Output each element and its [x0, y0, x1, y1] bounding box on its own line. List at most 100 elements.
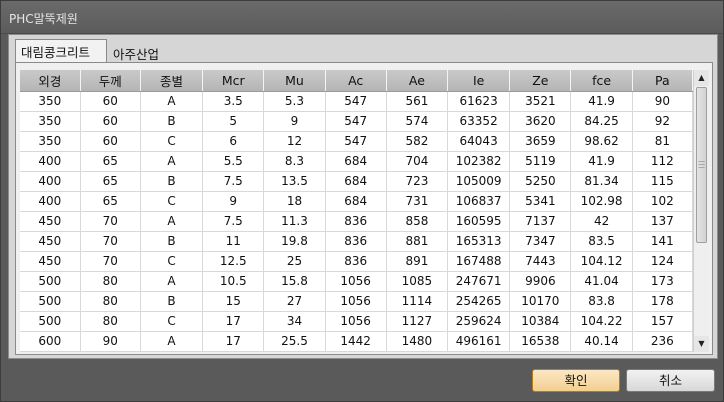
table-cell: 13.5: [263, 171, 326, 192]
vertical-scrollbar[interactable]: ▲ — — — ▼: [693, 70, 709, 352]
tab-daelim-concrete[interactable]: 대림콩크리트: [15, 39, 107, 62]
table-cell: 19.8: [263, 231, 326, 252]
table-row[interactable]: 450 70 A 7.5 11.3 836 858 160595 7137 42 137: [20, 211, 693, 232]
table-cell: 102.98: [570, 191, 633, 212]
table-cell: 165313: [447, 231, 511, 252]
title-bar[interactable]: PHC말뚝제원: [1, 1, 723, 34]
cancel-button[interactable]: 취소: [626, 369, 715, 392]
column-header[interactable]: Pa: [632, 70, 693, 92]
table-cell: 104.22: [570, 311, 633, 332]
table-cell: 80: [80, 291, 141, 312]
table-row[interactable]: 350 60 C 6 12 547 582 64043 3659 98.62 81: [20, 131, 693, 152]
table-cell: 81: [632, 131, 693, 152]
scroll-up-arrow-icon[interactable]: ▲: [694, 70, 709, 86]
table-row[interactable]: 450 70 B 11 19.8 836 881 165313 7347 83.5 141: [20, 231, 693, 252]
table-cell: 42: [570, 211, 633, 232]
table-cell: 157: [632, 311, 693, 332]
table-cell: 41.9: [570, 151, 633, 172]
table-cell: 90: [80, 331, 141, 352]
table-cell: 350: [20, 131, 81, 152]
table-cell: 10.5: [202, 271, 265, 292]
tab-aju-industry[interactable]: 아주산업: [108, 39, 172, 62]
table-cell: 600: [20, 331, 81, 352]
table-row[interactable]: 350 60 B 5 9 547 574 63352 3620 84.25 92: [20, 111, 693, 132]
window-title: PHC말뚝제원: [9, 12, 78, 26]
table-cell: 141: [632, 231, 693, 252]
table-cell: 5250: [509, 171, 572, 192]
table-cell: 15.8: [263, 271, 326, 292]
table-cell: 64043: [447, 131, 511, 152]
scroll-down-arrow-icon[interactable]: ▼: [694, 336, 709, 352]
table-cell: C: [140, 131, 204, 152]
column-header[interactable]: Mu: [263, 70, 326, 92]
table-cell: 102: [632, 191, 693, 212]
column-header[interactable]: 외경: [20, 70, 81, 92]
table-cell: 723: [386, 171, 449, 192]
column-header[interactable]: Mcr: [202, 70, 265, 92]
table-row[interactable]: 400 65 C 9 18 684 731 106837 5341 102.98 102: [20, 191, 693, 212]
table-cell: 561: [386, 91, 449, 112]
table-cell: 858: [386, 211, 449, 232]
table-cell: 5119: [509, 151, 572, 172]
table-cell: 17: [202, 311, 265, 332]
table-cell: 10170: [509, 291, 572, 312]
table-cell: B: [140, 291, 204, 312]
table-body: 350 60 A 3.5 5.3 547 561 61623 3521 41.9 90 350 60 B 5…: [20, 91, 693, 352]
table-cell: 65: [80, 171, 141, 192]
table-row[interactable]: 500 80 A 10.5 15.8 1056 1085 247671 9906 41.04 173: [20, 271, 693, 292]
table-cell: 704: [386, 151, 449, 172]
table-row[interactable]: 450 70 C 12.5 25 836 891 167488 7443 104.12 124: [20, 251, 693, 272]
table-row[interactable]: 400 65 B 7.5 13.5 684 723 105009 5250 81.34 115: [20, 171, 693, 192]
column-header[interactable]: fce: [570, 70, 633, 92]
table-cell: 124: [632, 251, 693, 272]
table-cell: 450: [20, 251, 81, 272]
table-cell: 450: [20, 231, 81, 252]
scrollbar-thumb[interactable]: — — —: [696, 87, 707, 243]
table-row[interactable]: 500 80 B 15 27 1056 1114 254265 10170 83.8 178: [20, 291, 693, 312]
table-cell: C: [140, 311, 204, 332]
table-cell: B: [140, 231, 204, 252]
table-cell: 891: [386, 251, 449, 272]
table-row[interactable]: 500 80 C 17 34 1056 1127 259624 10384 104.22 157: [20, 311, 693, 332]
table-row[interactable]: 600 90 A 17 25.5 1442 1480 496161 16538 40.14 236: [20, 331, 693, 352]
table-cell: 70: [80, 231, 141, 252]
table-row[interactable]: 350 60 A 3.5 5.3 547 561 61623 3521 41.9 90: [20, 91, 693, 112]
table-cell: 500: [20, 291, 81, 312]
table-cell: A: [140, 91, 204, 112]
table-cell: 3521: [509, 91, 572, 112]
table-cell: 11.3: [263, 211, 326, 232]
column-header[interactable]: Ze: [509, 70, 572, 92]
tab-panel: 대림콩크리트 아주산업 외경 두께 종별 Mcr Mu Ac Ae Ie Ze fce Pa 350…: [8, 34, 718, 359]
data-grid: 외경 두께 종별 Mcr Mu Ac Ae Ie Ze fce Pa 350 60 A 3.5 5.3 547…: [15, 62, 713, 355]
table-cell: 9: [263, 111, 326, 132]
table-cell: 574: [386, 111, 449, 132]
table-cell: 400: [20, 171, 81, 192]
table-cell: 400: [20, 151, 81, 172]
column-header[interactable]: Ae: [386, 70, 449, 92]
table-cell: 247671: [447, 271, 511, 292]
table-cell: 12.5: [202, 251, 265, 272]
table-cell: 18: [263, 191, 326, 212]
table-cell: 92: [632, 111, 693, 132]
table-cell: 65: [80, 151, 141, 172]
table-cell: 34: [263, 311, 326, 332]
table-cell: 582: [386, 131, 449, 152]
table-row[interactable]: 400 65 A 5.5 8.3 684 704 102382 5119 41.9 112: [20, 151, 693, 172]
table-cell: B: [140, 111, 204, 132]
table-cell: 9906: [509, 271, 572, 292]
table-cell: A: [140, 151, 204, 172]
table-cell: 7.5: [202, 171, 265, 192]
table-cell: 61623: [447, 91, 511, 112]
column-header[interactable]: Ac: [325, 70, 387, 92]
table-cell: 12: [263, 131, 326, 152]
table-cell: 881: [386, 231, 449, 252]
ok-button[interactable]: 확인: [532, 369, 620, 392]
column-header[interactable]: Ie: [447, 70, 511, 92]
table-cell: 15: [202, 291, 265, 312]
table-cell: 81.34: [570, 171, 633, 192]
column-header[interactable]: 종별: [140, 70, 204, 92]
table-cell: 102382: [447, 151, 511, 172]
column-header[interactable]: 두께: [80, 70, 141, 92]
table-header: 외경 두께 종별 Mcr Mu Ac Ae Ie Ze fce Pa: [20, 70, 693, 92]
table-cell: 684: [325, 151, 387, 172]
